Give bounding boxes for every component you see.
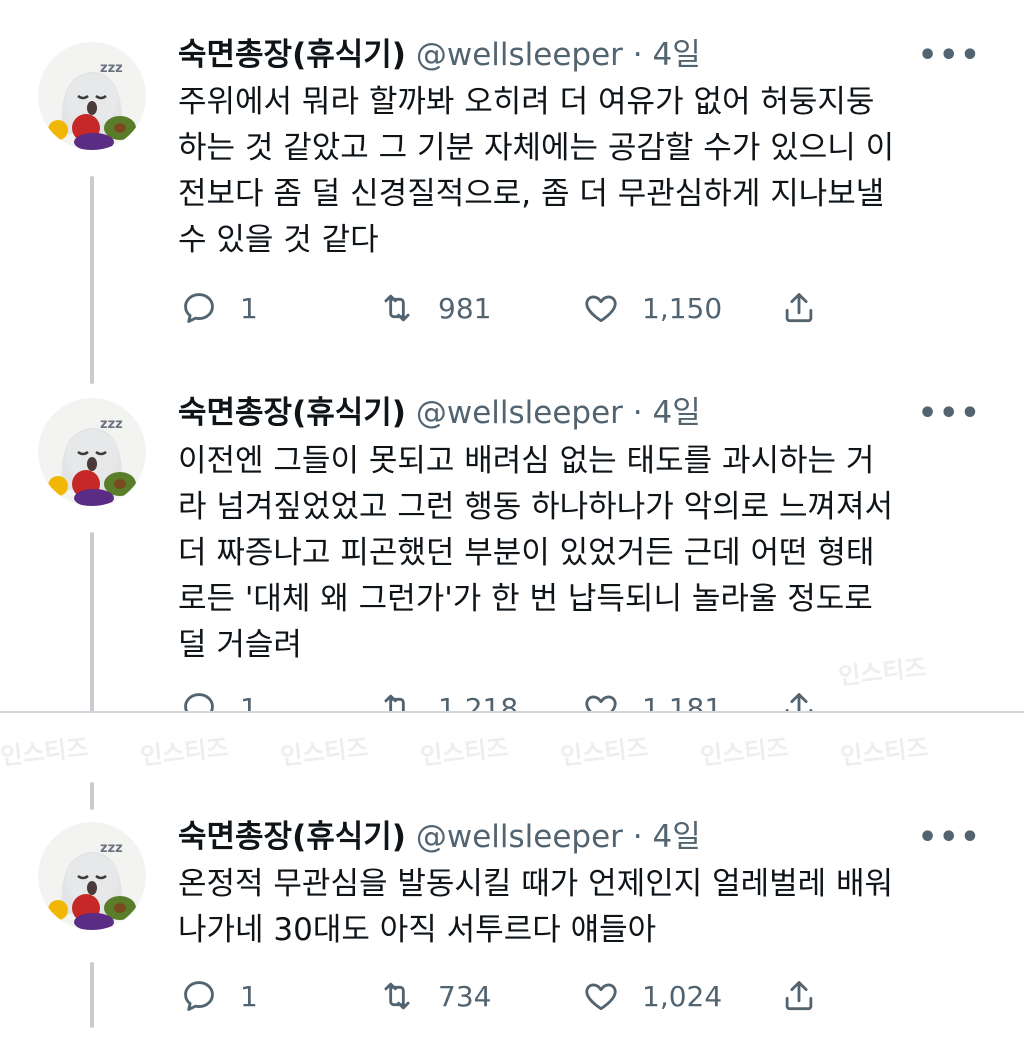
like-button[interactable]: 1,150 <box>582 288 722 328</box>
thread-line <box>90 532 94 712</box>
retweet-count: 734 <box>438 979 492 1013</box>
reply-icon <box>184 981 214 1011</box>
avatar[interactable]: zzz <box>38 398 146 506</box>
more-options-button[interactable]: ••• <box>918 41 980 71</box>
author-handle[interactable]: @wellsleeper <box>416 819 623 855</box>
author-name[interactable]: 숙면총장(휴식기) <box>178 395 406 431</box>
tweet-text: 온정적 무관심을 발동시킬 때가 언제인지 얼레벌레 배워 나가네 30대도 아… <box>178 866 894 948</box>
share-icon <box>785 293 813 323</box>
thread-line <box>90 176 94 384</box>
reply-icon <box>184 293 214 323</box>
tweet-text: 주위에서 뭐라 할까봐 오히려 더 여유가 없어 허둥지둥 하는 것 같았고 그… <box>178 84 895 258</box>
like-button[interactable]: 1,024 <box>582 976 722 1016</box>
author-name[interactable]: 숙면총장(휴식기) <box>178 819 406 855</box>
author-name[interactable]: 숙면총장(휴식기) <box>178 37 406 73</box>
ghost-avatar-icon: zzz <box>48 841 136 930</box>
more-options-button[interactable]: ••• <box>918 823 980 853</box>
more-options-button[interactable]: ••• <box>918 399 980 429</box>
tweet-header: 숙면총장(휴식기) @wellsleeper · 4일 <box>178 35 701 75</box>
tweet-time[interactable]: · 4일 <box>623 37 701 73</box>
svg-text:zzz: zzz <box>100 841 123 856</box>
divider <box>0 711 1024 713</box>
heart-icon <box>585 983 617 1011</box>
like-count: 1,024 <box>642 979 723 1013</box>
thread-line <box>90 962 94 1028</box>
ghost-avatar-icon: zzz <box>48 417 136 506</box>
thread-line <box>90 782 94 810</box>
retweet-button[interactable]: 734 <box>378 976 491 1016</box>
tweet-time[interactable]: · 4일 <box>623 395 701 431</box>
reply-button[interactable]: 1 <box>180 976 258 1016</box>
retweet-icon <box>384 982 410 1010</box>
retweet-count: 981 <box>438 291 492 325</box>
heart-icon <box>585 295 617 323</box>
reply-count: 1 <box>240 979 258 1013</box>
avatar[interactable]: zzz <box>38 42 146 150</box>
author-handle[interactable]: @wellsleeper <box>416 395 623 431</box>
ghost-avatar-icon: zzz <box>48 61 136 150</box>
tweet-header: 숙면총장(휴식기) @wellsleeper · 4일 <box>178 817 701 857</box>
author-handle[interactable]: @wellsleeper <box>416 37 623 73</box>
tweet-time[interactable]: · 4일 <box>623 819 701 855</box>
tweet-text: 이전엔 그들이 못되고 배려심 없는 태도를 과시하는 거 라 넘겨짚었었고 그… <box>178 443 894 663</box>
like-count: 1,150 <box>642 291 723 325</box>
share-button[interactable] <box>780 976 840 1016</box>
avatar[interactable]: zzz <box>38 822 146 930</box>
share-icon <box>785 981 813 1011</box>
share-button[interactable] <box>780 288 840 328</box>
reply-count: 1 <box>240 291 258 325</box>
tweet-header: 숙면총장(휴식기) @wellsleeper · 4일 <box>178 393 701 433</box>
tweet-actions: 1 981 1,150 <box>180 288 840 328</box>
svg-text:zzz: zzz <box>100 417 123 432</box>
reply-button[interactable]: 1 <box>180 288 258 328</box>
svg-text:zzz: zzz <box>100 61 123 76</box>
tweet-actions: 1 734 1,024 <box>180 976 840 1016</box>
retweet-button[interactable]: 981 <box>378 288 491 328</box>
retweet-icon <box>384 294 410 322</box>
